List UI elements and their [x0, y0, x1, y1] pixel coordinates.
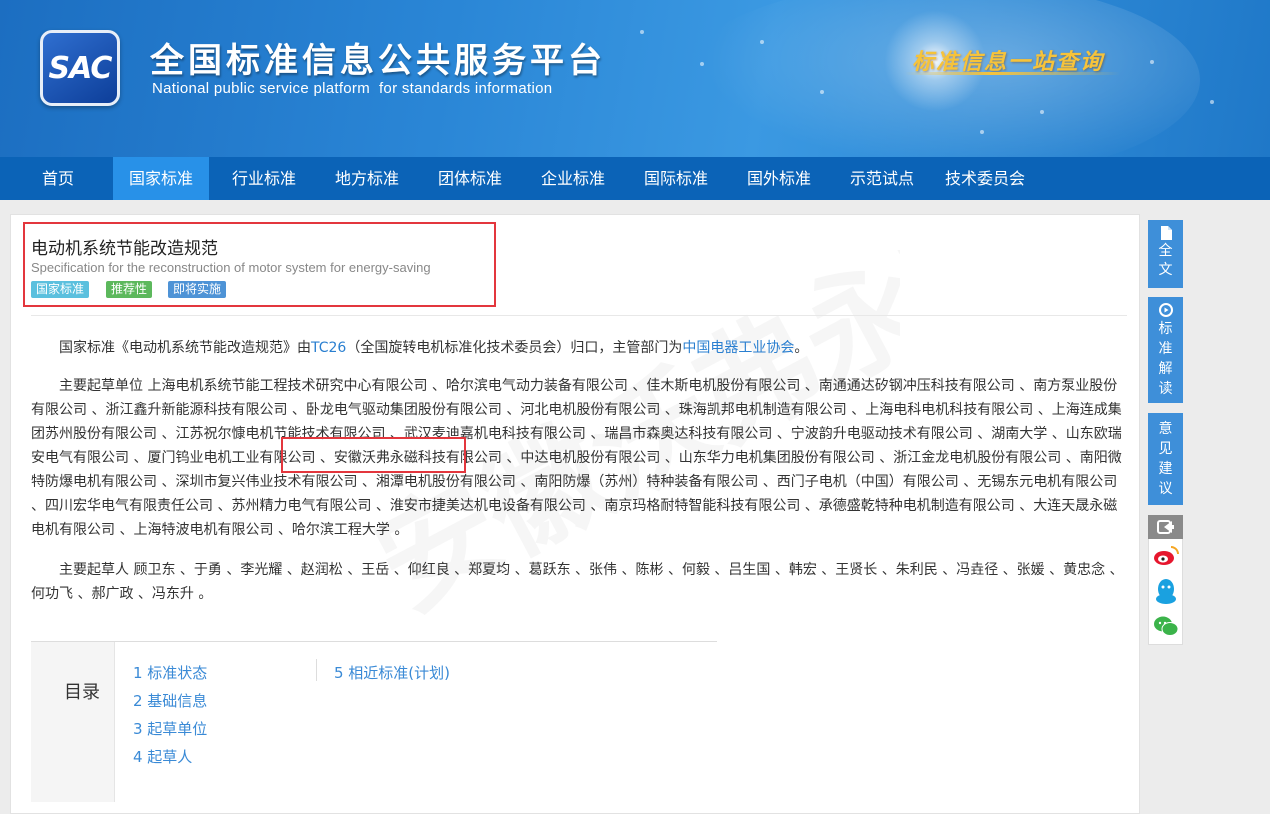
- site-subtitle: National public service platform for sta…: [152, 80, 553, 97]
- feedback-button[interactable]: 意见建议: [1148, 413, 1183, 505]
- toc-item-basic-info[interactable]: 2 基础信息: [133, 690, 207, 711]
- nav-technical-committee[interactable]: 技术委员会: [936, 157, 1034, 200]
- play-circle-icon: [1158, 303, 1173, 317]
- tc-link[interactable]: TC26: [311, 340, 346, 356]
- drafting-units-label: 主要起草单位: [59, 378, 143, 394]
- share-icon: [1157, 520, 1174, 534]
- main-nav: 首页 国家标准 行业标准 地方标准 团体标准 企业标准 国际标准 国外标准 示范…: [0, 157, 1270, 200]
- map-dot: [820, 90, 824, 94]
- nav-group-standards[interactable]: 团体标准: [428, 157, 512, 200]
- map-dot: [700, 62, 704, 66]
- site-banner: SAC 全国标准信息公共服务平台 National public service…: [0, 0, 1270, 157]
- nav-demo-pilot[interactable]: 示范试点: [840, 157, 924, 200]
- logo-text: SAC: [48, 50, 113, 86]
- map-dot: [1040, 110, 1044, 114]
- toc-item-drafters[interactable]: 4 起草人: [133, 746, 192, 767]
- drafting-units-paragraph: 主要起草单位 上海电机系统节能工程技术研究中心有限公司 、哈尔滨电气动力装备有限…: [31, 378, 1122, 538]
- sac-logo[interactable]: SAC: [40, 30, 120, 106]
- feedback-label: 意见建议: [1158, 421, 1173, 497]
- wechat-icon[interactable]: [1153, 615, 1179, 637]
- toc-side-panel: 目录: [31, 642, 115, 802]
- standard-title-en: Specification for the reconstruction of …: [31, 260, 431, 275]
- standard-title: 电动机系统节能改造规范: [31, 239, 218, 259]
- qq-icon[interactable]: [1154, 578, 1178, 606]
- nav-home[interactable]: 首页: [23, 157, 93, 200]
- nav-local-standards[interactable]: 地方标准: [325, 157, 409, 200]
- nav-industry-standards[interactable]: 行业标准: [222, 157, 306, 200]
- slogan-underline: [905, 72, 1120, 75]
- nav-international-standards[interactable]: 国际标准: [634, 157, 718, 200]
- table-of-contents: 目录 1 标准状态 2 基础信息 3 起草单位 4 起草人 5 相近标准(计划): [31, 641, 717, 802]
- map-dot: [760, 40, 764, 44]
- intro-paragraph: 国家标准《电动机系统节能改造规范》由TC26（全国旋转电机标准化技术委员会）归口…: [59, 340, 809, 356]
- company-highlight-box: [281, 437, 466, 473]
- map-dot: [980, 130, 984, 134]
- map-dot: [1150, 60, 1154, 64]
- standard-interpretation-label: 标准解读: [1158, 321, 1173, 397]
- department-link[interactable]: 中国电器工业协会: [682, 340, 794, 356]
- toc-item-status[interactable]: 1 标准状态: [133, 662, 207, 683]
- nav-foreign-standards[interactable]: 国外标准: [737, 157, 821, 200]
- nav-enterprise-standards[interactable]: 企业标准: [531, 157, 615, 200]
- full-text-button[interactable]: 全文: [1148, 220, 1183, 288]
- toc-item-drafting-units[interactable]: 3 起草单位: [133, 718, 207, 739]
- drafters-paragraph: 主要起草人 顾卫东 、于勇 、李光耀 、赵润松 、王岳 、仰红良 、郑夏均 、葛…: [31, 562, 1124, 602]
- toc-item-similar-standards[interactable]: 5 相近标准(计划): [334, 662, 450, 683]
- toc-separator: [316, 659, 317, 681]
- weibo-icon[interactable]: [1153, 545, 1179, 567]
- nav-national-standards[interactable]: 国家标准: [113, 157, 209, 200]
- toc-label: 目录: [64, 682, 100, 703]
- site-title: 全国标准信息公共服务平台: [150, 41, 606, 81]
- badge-upcoming: 即将实施: [168, 281, 227, 298]
- map-dot: [640, 30, 644, 34]
- standard-interpretation-button[interactable]: 标准解读: [1148, 297, 1183, 403]
- header-divider: [31, 315, 1127, 316]
- badge-recommended: 推荐性: [106, 281, 153, 298]
- drafters-label: 主要起草人: [59, 562, 129, 578]
- map-dot: [1210, 100, 1214, 104]
- share-header: [1148, 515, 1183, 539]
- document-icon: [1160, 226, 1172, 240]
- full-text-label: 全文: [1158, 243, 1173, 278]
- badge-national-standard: 国家标准: [31, 281, 90, 298]
